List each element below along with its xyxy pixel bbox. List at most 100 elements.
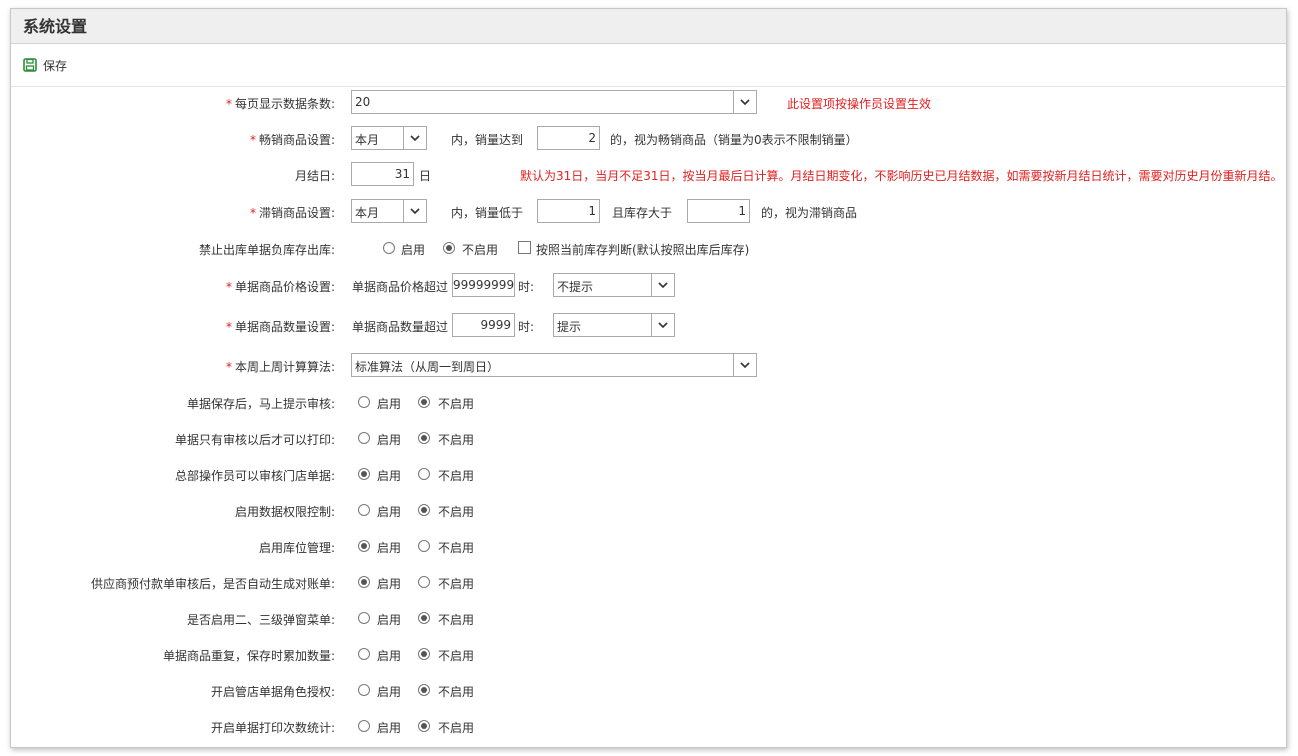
- slow-text2: 且库存大于: [612, 206, 673, 220]
- qty-action-select[interactable]: 提示: [553, 313, 675, 337]
- week-calc-value: 标准算法（从周一到周日）: [355, 360, 500, 374]
- toggle-off-label: 不启用: [438, 649, 475, 663]
- toggle-on-radio[interactable]: [358, 468, 370, 480]
- negative-stock-on-label: 启用: [401, 243, 426, 257]
- row-week-calc: * 本周上周计算算法: 标准算法（从周一到周日）: [11, 353, 1286, 379]
- chevron-down-icon[interactable]: [403, 200, 426, 222]
- month-end-unit: 日: [419, 169, 432, 183]
- save-button[interactable]: 保存: [23, 57, 67, 74]
- toggle-off-label: 不启用: [438, 613, 475, 627]
- toggle-on-label: 启用: [377, 685, 402, 699]
- settings-panel: 系统设置 保存 * 每页显示数据条数: 20 此设置项按操作员设置生效 * 畅销商品…: [10, 8, 1287, 748]
- toggle-off-radio[interactable]: [418, 684, 430, 696]
- panel-title: 系统设置: [11, 9, 1286, 44]
- save-label: 保存: [43, 58, 68, 73]
- toggle-row: 开启管店单据角色授权: 启用 不启用: [11, 678, 1286, 704]
- page-size-select[interactable]: 20: [351, 90, 757, 114]
- bestseller-qty-input[interactable]: 2: [537, 126, 600, 150]
- toggle-off-label: 不启用: [438, 397, 475, 411]
- toggle-row: 是否启用二、三级弹窗菜单: 启用 不启用: [11, 606, 1286, 632]
- negative-stock-off-label: 不启用: [462, 243, 499, 257]
- month-end-input[interactable]: 31: [351, 162, 414, 186]
- toggle-on-radio[interactable]: [358, 540, 370, 552]
- price-text1: 单据商品价格超过: [352, 280, 449, 294]
- chevron-down-icon[interactable]: [651, 314, 674, 336]
- toggle-off-label: 不启用: [438, 469, 475, 483]
- toggle-row: 启用库位管理: 启用 不启用: [11, 534, 1286, 560]
- chevron-down-icon[interactable]: [651, 274, 674, 296]
- week-calc-label: * 本周上周计算算法:: [225, 360, 335, 374]
- toggle-off-radio[interactable]: [418, 396, 430, 408]
- negative-stock-off-radio[interactable]: [443, 242, 455, 254]
- chevron-down-icon[interactable]: [733, 91, 756, 113]
- price-action-value: 不提示: [557, 280, 594, 294]
- slow-period-value: 本月: [355, 206, 380, 220]
- row-page-size: * 每页显示数据条数: 20 此设置项按操作员设置生效: [11, 90, 1286, 116]
- toggle-on-label: 启用: [377, 649, 402, 663]
- toggle-label: 总部操作员可以审核门店单据:: [174, 469, 335, 483]
- toggle-on-label: 启用: [377, 721, 402, 735]
- bestseller-period-select[interactable]: 本月: [351, 126, 427, 150]
- bestseller-period-value: 本月: [355, 133, 380, 147]
- row-negative-stock: 禁止出库单据负库存出库: 启用 不启用 按照当前库存判断(默认按照出库后库存): [11, 236, 1286, 262]
- toggle-off-radio[interactable]: [418, 576, 430, 588]
- bestseller-label: * 畅销商品设置:: [249, 133, 335, 147]
- price-label: * 单据商品价格设置:: [225, 280, 335, 294]
- toggle-on-label: 启用: [377, 577, 402, 591]
- toggle-off-label: 不启用: [438, 685, 475, 699]
- toggle-off-radio[interactable]: [418, 612, 430, 624]
- toggle-off-label: 不启用: [438, 433, 475, 447]
- toggle-label: 单据保存后，马上提示审核:: [186, 397, 335, 411]
- qty-threshold-input[interactable]: 9999: [452, 313, 515, 337]
- price-action-select[interactable]: 不提示: [553, 273, 675, 297]
- toggle-on-radio[interactable]: [358, 720, 370, 732]
- toggle-on-label: 启用: [377, 541, 402, 555]
- toggle-off-radio[interactable]: [418, 720, 430, 732]
- toggle-label: 单据商品重复，保存时累加数量:: [162, 649, 335, 663]
- price-threshold-input[interactable]: 99999999: [452, 273, 515, 297]
- toggle-row: 启用数据权限控制: 启用 不启用: [11, 498, 1286, 524]
- current-stock-checkbox[interactable]: [518, 241, 531, 254]
- toggle-off-label: 不启用: [438, 541, 475, 555]
- toggle-label: 是否启用二、三级弹窗菜单:: [186, 613, 335, 627]
- row-quantity: * 单据商品数量设置: 单据商品数量超过 9999 时: 提示: [11, 313, 1286, 339]
- chevron-down-icon[interactable]: [733, 354, 756, 376]
- toggle-on-radio[interactable]: [358, 432, 370, 444]
- toggle-on-label: 启用: [377, 613, 402, 627]
- toggle-on-radio[interactable]: [358, 612, 370, 624]
- toggle-on-label: 启用: [377, 397, 402, 411]
- row-bestseller: * 畅销商品设置: 本月 内，销量达到 2 的，视为畅销商品（销量为0表示不限制销…: [11, 126, 1286, 152]
- row-price: * 单据商品价格设置: 单据商品价格超过 99999999 时: 不提示: [11, 273, 1286, 299]
- toggle-label: 启用库位管理:: [258, 541, 335, 555]
- negative-stock-on-radio[interactable]: [383, 242, 395, 254]
- toggle-on-label: 启用: [377, 433, 402, 447]
- qty-text2: 时:: [518, 320, 535, 334]
- month-end-note: 默认为31日，当月不足31日，按当月最后日计算。月结日期变化，不影响历史已月结数…: [520, 169, 1283, 183]
- slow-qty-input[interactable]: 1: [537, 199, 600, 223]
- slow-label: * 滞销商品设置:: [249, 206, 335, 220]
- toggle-off-label: 不启用: [438, 577, 475, 591]
- negative-stock-label: 禁止出库单据负库存出库:: [198, 243, 335, 257]
- toggle-on-radio[interactable]: [358, 504, 370, 516]
- slow-period-select[interactable]: 本月: [351, 199, 427, 223]
- toggle-off-radio[interactable]: [418, 432, 430, 444]
- bestseller-text1: 内，销量达到: [451, 133, 524, 147]
- toggle-label: 单据只有审核以后才可以打印:: [174, 433, 335, 447]
- toggle-row: 总部操作员可以审核门店单据: 启用 不启用: [11, 462, 1286, 488]
- toggle-on-radio[interactable]: [358, 396, 370, 408]
- page-size-label: * 每页显示数据条数:: [225, 97, 335, 111]
- toggle-off-radio[interactable]: [418, 468, 430, 480]
- toggle-label: 开启管店单据角色授权:: [210, 685, 335, 699]
- week-calc-select[interactable]: 标准算法（从周一到周日）: [351, 353, 757, 377]
- toggle-off-radio[interactable]: [418, 504, 430, 516]
- current-stock-check-label: 按照当前库存判断(默认按照出库后库存): [536, 243, 750, 257]
- toggle-label: 开启单据打印次数统计:: [210, 721, 335, 735]
- toggle-on-radio[interactable]: [358, 684, 370, 696]
- toggle-off-radio[interactable]: [418, 540, 430, 552]
- slow-stock-input[interactable]: 1: [687, 199, 750, 223]
- toggle-on-radio[interactable]: [358, 576, 370, 588]
- toggle-off-radio[interactable]: [418, 648, 430, 660]
- chevron-down-icon[interactable]: [403, 127, 426, 149]
- toggle-on-label: 启用: [377, 469, 402, 483]
- toggle-on-radio[interactable]: [358, 648, 370, 660]
